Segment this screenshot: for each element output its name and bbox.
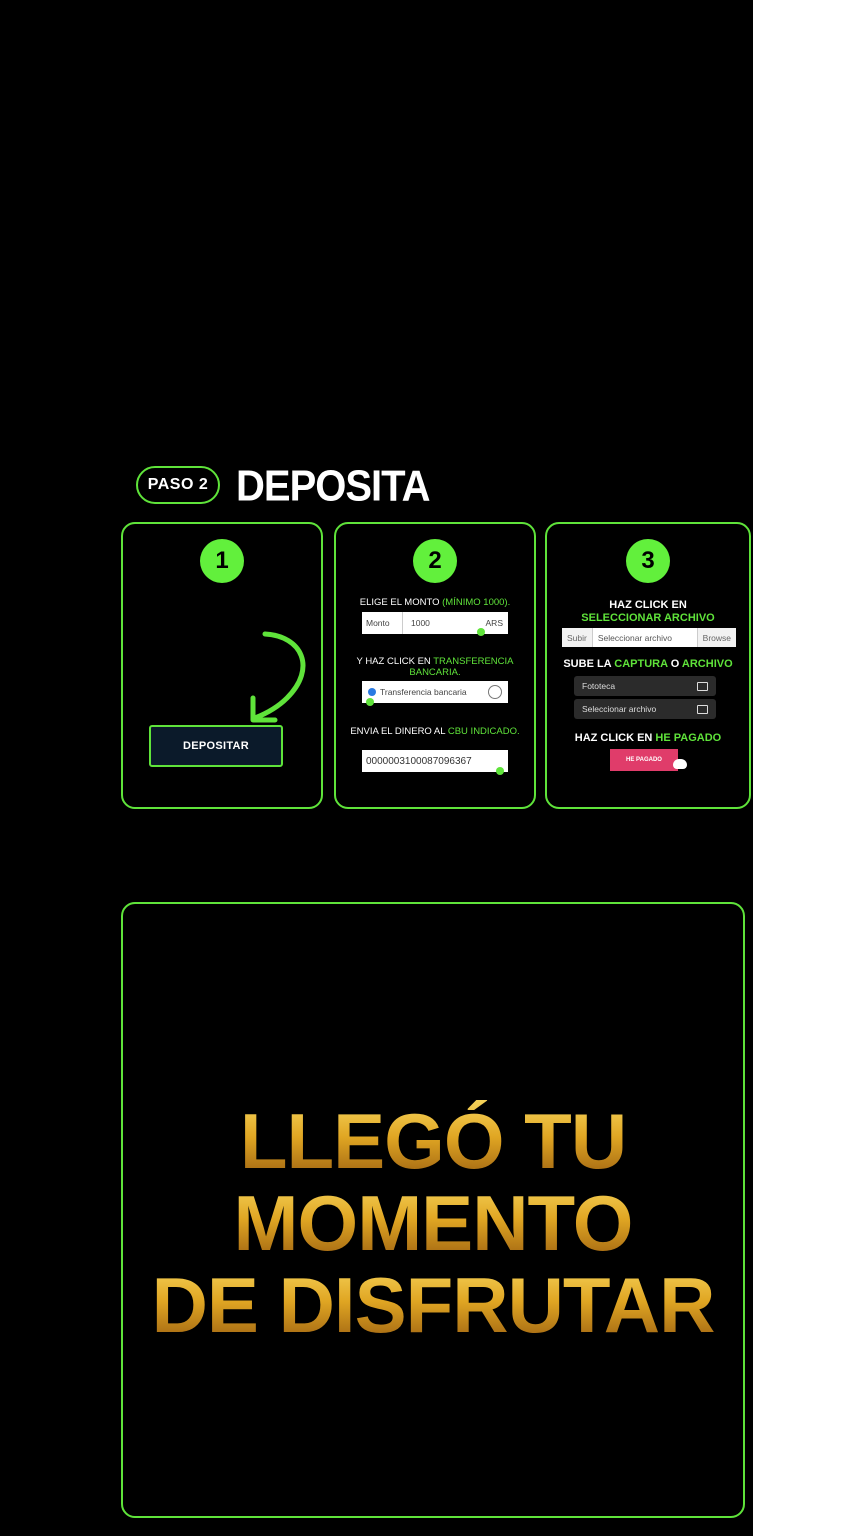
instruction-upload: SUBE LA CAPTURA O ARCHIVO: [563, 658, 733, 670]
pointer-icon: [496, 767, 504, 775]
menu-item-photo-library[interactable]: Fototeca: [574, 676, 716, 696]
upload-label: Subir: [567, 632, 587, 643]
promo-line-3: DE DISFRUTAR: [123, 1264, 743, 1346]
step-card-3: 3 HAZ CLICK EN SELECCIONAR ARCHIVO Subir…: [545, 522, 751, 809]
paid-button[interactable]: HE PAGADO: [610, 749, 678, 771]
right-edge-strip: [753, 0, 864, 1536]
instruction-paid: HAZ CLICK EN HE PAGADO: [574, 732, 722, 744]
promo-panel: LLEGÓ TU MOMENTO DE DISFRUTAR: [121, 902, 745, 1518]
pointer-icon: [366, 698, 374, 706]
step-number-3: 3: [626, 539, 670, 583]
amount-input[interactable]: Monto 1000 ARS: [362, 612, 508, 634]
menu-item-label: Fototeca: [582, 681, 616, 691]
step-badge: PASO 2: [136, 466, 220, 504]
promo-line-1: LLEGÓ TU: [123, 1100, 743, 1182]
step-card-2: 2 ELIGE EL MONTO (MÍNIMO 1000). Monto 10…: [334, 522, 536, 809]
hand-pointer-icon: [673, 759, 687, 769]
cbu-field[interactable]: 0000003100087096367: [362, 750, 508, 772]
step-card-1: 1 DEPOSITAR: [121, 522, 323, 809]
pointer-icon: [477, 628, 485, 636]
deposit-button[interactable]: DEPOSITAR: [149, 725, 283, 767]
step-title: DEPOSITA: [236, 462, 431, 511]
promo-line-2: MOMENTO: [123, 1182, 743, 1264]
amount-value: 1000: [411, 618, 430, 628]
menu-item-select-file[interactable]: Seleccionar archivo: [574, 699, 716, 719]
folder-icon: [697, 704, 708, 714]
transfer-option-label: Transferencia bancaria: [380, 687, 467, 697]
browse-button[interactable]: Browse: [698, 628, 736, 647]
instruction-amount: ELIGE EL MONTO (MÍNIMO 1000).: [359, 597, 511, 608]
amount-label: Monto: [362, 612, 403, 634]
step-number-1: 1: [200, 539, 244, 583]
transfer-option[interactable]: Transferencia bancaria: [362, 681, 508, 703]
instruction-transfer: Y HAZ CLICK EN TRANSFERENCIA BANCARIA.: [356, 656, 514, 678]
file-placeholder: Seleccionar archivo: [591, 628, 698, 647]
bank-icon: [488, 685, 502, 699]
instruction-select-file: HAZ CLICK EN SELECCIONAR ARCHIVO: [581, 599, 715, 624]
currency-label: ARS: [485, 618, 503, 628]
instruction-cbu: ENVIA EL DINERO AL CBU INDICADO.: [350, 726, 520, 737]
photo-icon: [697, 681, 708, 691]
cbu-value: 0000003100087096367: [366, 755, 472, 767]
radio-icon: [368, 688, 376, 696]
step-number-2: 2: [413, 539, 457, 583]
curved-arrow-icon: [250, 631, 306, 723]
menu-item-label: Seleccionar archivo: [582, 704, 657, 714]
file-input[interactable]: Subir Seleccionar archivo Browse: [562, 628, 736, 647]
